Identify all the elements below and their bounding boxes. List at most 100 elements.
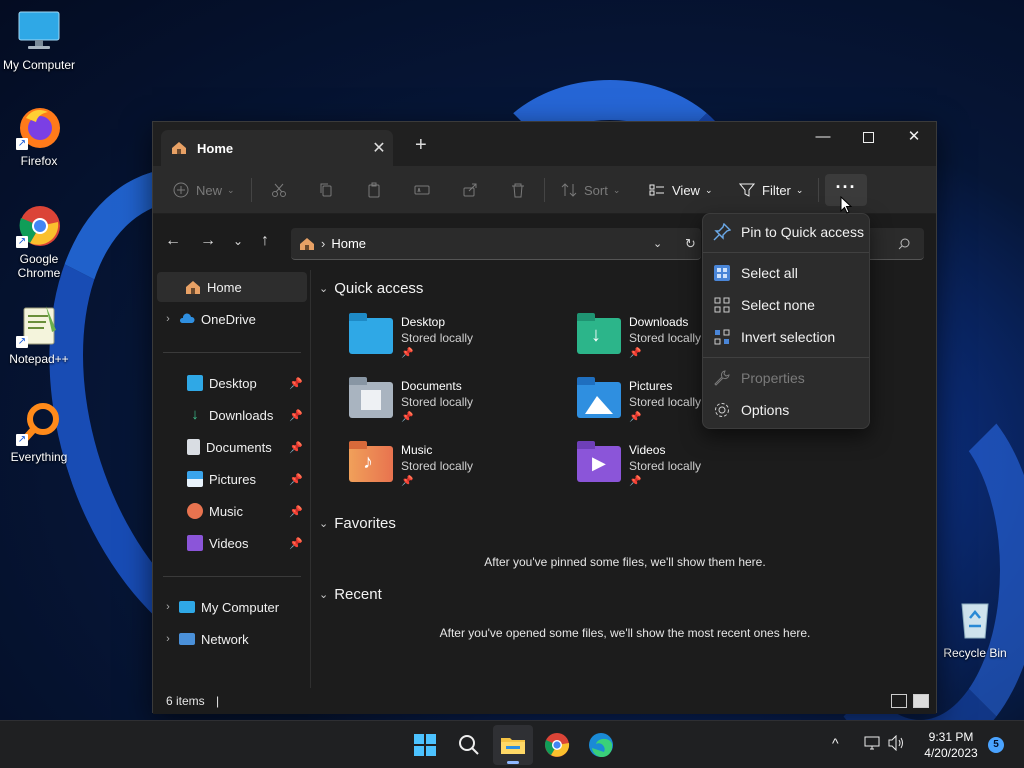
item-status: Stored locally [401,395,474,409]
home-icon [186,281,200,294]
desktop-icon-chrome[interactable]: ↗ Google Chrome [0,202,78,280]
section-title: Favorites [334,515,396,532]
tiles-view-button[interactable] [913,694,929,708]
back-button[interactable]: ← [165,232,181,250]
taskbar-search-button[interactable] [454,730,484,760]
show-hidden-icons-button[interactable]: ^ [832,735,839,768]
chevron-right-icon[interactable]: › [157,601,179,613]
close-tab-icon[interactable]: ✕ [365,138,393,158]
menu-item-label: Pin to Quick access [741,224,864,240]
menu-item-invert-selection[interactable]: Invert selection [707,322,867,352]
quick-access-item-videos[interactable]: ▶ Videos Stored locally 📌 [577,441,797,498]
menu-item-select-all[interactable]: Select all [707,258,867,288]
pin-icon: 📌 [289,377,303,390]
menu-item-select-none[interactable]: Select none [707,290,867,320]
forward-button[interactable]: → [200,232,216,250]
sidebar-item-videos[interactable]: Videos 📌 [157,528,307,558]
monitor-icon [179,601,195,613]
details-view-button[interactable] [891,694,907,708]
cut-button[interactable] [271,178,294,202]
taskbar-edge[interactable] [586,730,616,760]
refresh-icon[interactable]: ↻ [685,236,696,252]
firefox-icon: ↗ [16,104,62,150]
desktop-icon-firefox[interactable]: ↗ Firefox [0,104,78,168]
pin-icon: 📌 [401,412,414,423]
sidebar-item-my-computer[interactable]: › My Computer [157,592,307,622]
paste-button[interactable] [366,178,389,202]
sidebar-item-network[interactable]: › Network [157,624,307,654]
share-button[interactable] [462,178,485,202]
sort-icon [561,183,577,197]
menu-item-properties[interactable]: Properties [707,363,867,393]
taskbar-file-explorer[interactable] [498,730,528,760]
copy-button[interactable] [318,178,341,202]
up-button[interactable]: ↑ [261,232,269,250]
menu-item-options[interactable]: Options [707,395,867,425]
pin-icon: 📌 [629,412,642,423]
view-button[interactable]: View ⌄ [649,178,713,202]
quick-access-item-documents[interactable]: Documents Stored locally 📌 [349,377,569,434]
desktop-icon-notepadpp[interactable]: ↗ Notepad++ [0,302,78,366]
item-count: 6 items [166,694,205,708]
music-folder-icon: ♪ [349,441,393,482]
filter-icon [739,183,755,197]
breadcrumb-home[interactable]: Home [331,236,366,251]
sidebar-item-label: Videos [209,535,249,551]
chevron-down-icon: ⌄ [795,184,804,195]
volume-icon[interactable] [888,734,906,768]
recent-locations-button[interactable]: ⌄ [233,234,243,248]
menu-item-label: Options [741,402,790,418]
shortcut-arrow-icon: ↗ [16,138,28,150]
start-button[interactable] [410,730,440,760]
sidebar-item-downloads[interactable]: ↓ Downloads 📌 [157,400,307,430]
view-label: View [672,182,700,198]
tab-home[interactable]: Home ✕ [161,130,393,166]
chevron-right-icon[interactable]: › [157,633,179,645]
menu-item-pin-to-quick-access[interactable]: Pin to Quick access [707,217,867,247]
sidebar-item-music[interactable]: Music 📌 [157,496,307,526]
sidebar-item-desktop[interactable]: Desktop 📌 [157,368,307,398]
quick-access-item-music[interactable]: ♪ Music Stored locally 📌 [349,441,569,498]
quick-access-item-desktop[interactable]: Desktop Stored locally 📌 [349,313,569,370]
sidebar-item-documents[interactable]: Documents 📌 [157,432,307,462]
desktop-icon-my-computer[interactable]: My Computer [0,8,78,72]
taskbar-chrome[interactable] [542,730,572,760]
chevron-right-icon[interactable]: › [157,313,179,325]
magnifier-icon: ↗ [16,400,62,446]
videos-folder-icon: ▶ [577,441,621,482]
title-bar: Home ✕ + — ✕ [153,122,936,166]
notification-badge[interactable]: 5 [988,737,1004,753]
wrench-icon [714,370,730,386]
sidebar-item-home[interactable]: Home [157,272,307,302]
sidebar-item-onedrive[interactable]: › OneDrive [157,304,307,334]
desktop-icon-everything[interactable]: ↗ Everything [0,400,78,464]
filter-label: Filter [762,182,791,198]
section-header-recent[interactable]: ⌄ Recent [319,586,382,603]
divider [163,352,301,353]
new-button[interactable]: New ⌄ [173,178,235,202]
delete-button[interactable] [510,178,533,202]
minimize-button[interactable]: — [800,122,846,152]
close-window-button[interactable]: ✕ [891,122,937,152]
share-icon [463,183,477,197]
section-header-quick-access[interactable]: ⌄ Quick access [319,280,423,297]
desktop-icon-recycle-bin[interactable]: Recycle Bin [936,596,1014,660]
chrome-icon: ↗ [16,202,62,248]
new-tab-button[interactable]: + [415,134,427,157]
network-status-icon[interactable] [864,735,880,768]
menu-item-label: Properties [741,370,805,386]
address-bar[interactable]: › Home ⌄ ↻ [291,228,701,260]
sort-button[interactable]: Sort ⌄ [561,178,620,202]
maximize-button[interactable] [845,122,891,152]
clock-time: 9:31 PM [928,730,974,744]
system-clock[interactable]: 9:31 PM 4/20/2023 [918,729,984,761]
filter-button[interactable]: Filter ⌄ [739,178,803,202]
status-separator: | [216,694,220,708]
new-label: New [196,182,223,198]
shortcut-arrow-icon: ↗ [16,434,28,446]
sidebar-item-label: Home [207,279,242,295]
section-header-favorites[interactable]: ⌄ Favorites [319,515,396,532]
address-dropdown-icon[interactable]: ⌄ [653,237,662,250]
sidebar-item-pictures[interactable]: Pictures 📌 [157,464,307,494]
rename-button[interactable] [414,178,437,202]
